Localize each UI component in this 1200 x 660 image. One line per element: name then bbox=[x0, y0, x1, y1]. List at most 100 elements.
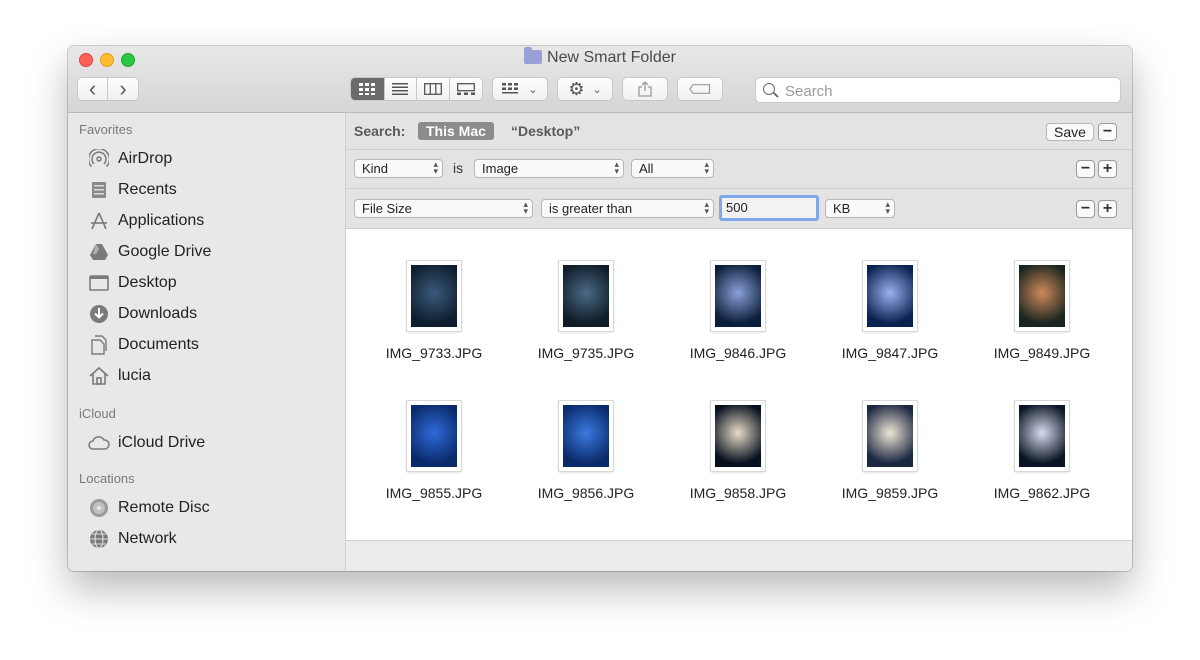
file-item[interactable]: IMG_9846.JPG bbox=[668, 261, 808, 361]
sidebar-item-icloud-drive[interactable]: iCloud Drive bbox=[88, 429, 205, 457]
column-view-button[interactable] bbox=[417, 78, 450, 100]
file-name: IMG_9855.JPG bbox=[385, 485, 483, 501]
file-item[interactable]: IMG_9855.JPG bbox=[364, 401, 504, 501]
home-icon bbox=[88, 365, 110, 387]
file-item[interactable]: IMG_9858.JPG bbox=[668, 401, 808, 501]
add-criteria-button[interactable]: + bbox=[1098, 160, 1117, 178]
photo-thumbnail-image bbox=[715, 265, 761, 327]
photo-thumbnail-image bbox=[1019, 265, 1065, 327]
photo-thumbnail-image bbox=[411, 405, 457, 467]
list-view-button[interactable] bbox=[385, 78, 417, 100]
photo-thumbnail-image bbox=[563, 405, 609, 467]
search-icon bbox=[763, 83, 775, 95]
tags-button[interactable] bbox=[677, 77, 723, 101]
sidebar-item-airdrop[interactable]: AirDrop bbox=[88, 145, 172, 173]
sidebar-item-recents[interactable]: Recents bbox=[88, 176, 177, 204]
file-item[interactable]: IMG_9735.JPG bbox=[516, 261, 656, 361]
group-icon bbox=[502, 83, 519, 94]
column-view-icon bbox=[423, 83, 442, 95]
path-bar bbox=[346, 540, 1132, 571]
photo-thumbnail-image bbox=[715, 405, 761, 467]
sidebar-item-remote-disc[interactable]: Remote Disc bbox=[88, 494, 210, 522]
file-item[interactable]: IMG_9847.JPG bbox=[820, 261, 960, 361]
back-button[interactable]: ‹ bbox=[78, 76, 109, 101]
tag-icon bbox=[689, 84, 711, 94]
file-thumbnail bbox=[559, 401, 613, 471]
network-icon bbox=[88, 528, 110, 550]
group-by-button[interactable]: ⌄ bbox=[492, 77, 548, 101]
operator-select-kind[interactable]: Image ▴ ▾ bbox=[474, 159, 624, 178]
downloads-icon bbox=[88, 303, 110, 325]
updown-arrow-icon: ▴ ▾ bbox=[704, 159, 709, 176]
sidebar-section-favorites: Favorites bbox=[79, 122, 133, 137]
icloud-icon bbox=[88, 432, 110, 454]
gallery-view-button[interactable] bbox=[450, 78, 483, 100]
remove-search-button[interactable]: − bbox=[1098, 123, 1117, 141]
file-thumbnail bbox=[559, 261, 613, 331]
photo-thumbnail-image bbox=[867, 265, 913, 327]
file-thumbnail bbox=[1015, 261, 1069, 331]
photo-thumbnail-image bbox=[563, 265, 609, 327]
chevron-down-icon: ⌄ bbox=[528, 83, 538, 96]
criteria-row-kind: Kind ▴ ▾ is Image ▴ ▾ All ▴ ▾ − + bbox=[346, 150, 1132, 189]
file-name: IMG_9862.JPG bbox=[993, 485, 1091, 501]
operator-select-file-size[interactable]: is greater than ▴ ▾ bbox=[541, 199, 714, 218]
updown-arrow-icon: ▴ ▾ bbox=[614, 159, 619, 176]
search-input[interactable] bbox=[783, 80, 1107, 102]
remove-criteria-button[interactable]: − bbox=[1076, 200, 1095, 218]
file-name: IMG_9847.JPG bbox=[841, 345, 939, 361]
sidebar-item-network[interactable]: Network bbox=[88, 525, 177, 553]
scope-this-mac-button[interactable]: This Mac bbox=[418, 122, 494, 140]
share-button[interactable] bbox=[622, 77, 668, 101]
photo-thumbnail-image bbox=[411, 265, 457, 327]
file-name: IMG_9856.JPG bbox=[537, 485, 635, 501]
file-item[interactable]: IMG_9859.JPG bbox=[820, 401, 960, 501]
smart-folder-icon bbox=[524, 47, 543, 64]
attribute-select-kind[interactable]: Kind ▴ ▾ bbox=[354, 159, 443, 178]
file-item[interactable]: IMG_9856.JPG bbox=[516, 401, 656, 501]
sidebar-item-lucia[interactable]: lucia bbox=[88, 362, 151, 390]
file-thumbnail bbox=[711, 261, 765, 331]
sidebar-item-google-drive[interactable]: Google Drive bbox=[88, 238, 211, 266]
value-select-kind[interactable]: All ▴ ▾ bbox=[631, 159, 714, 178]
sidebar-item-documents[interactable]: Documents bbox=[88, 331, 199, 359]
file-name: IMG_9849.JPG bbox=[993, 345, 1091, 361]
file-thumbnail bbox=[407, 261, 461, 331]
add-criteria-button[interactable]: + bbox=[1098, 200, 1117, 218]
save-button[interactable]: Save bbox=[1046, 123, 1094, 141]
share-icon bbox=[638, 81, 652, 97]
recents-icon bbox=[88, 179, 110, 201]
file-thumbnail bbox=[863, 401, 917, 471]
file-item[interactable]: IMG_9733.JPG bbox=[364, 261, 504, 361]
file-item[interactable]: IMG_9849.JPG bbox=[972, 261, 1112, 361]
airdrop-icon bbox=[88, 148, 110, 170]
file-name: IMG_9846.JPG bbox=[689, 345, 787, 361]
attribute-select-file-size[interactable]: File Size ▴ ▾ bbox=[354, 199, 533, 218]
gear-icon: ⚙ bbox=[568, 78, 585, 99]
forward-button[interactable]: › bbox=[108, 76, 138, 101]
criteria-row-file-size: File Size ▴ ▾ is greater than ▴ ▾ 500 KB ▴ ▾ −… bbox=[346, 189, 1132, 229]
sidebar-item-desktop[interactable]: Desktop bbox=[88, 269, 177, 297]
chevron-down-icon: ⌄ bbox=[592, 83, 602, 96]
sidebar-item-applications[interactable]: Applications bbox=[88, 207, 204, 235]
search-scope-label: Search: bbox=[354, 123, 406, 139]
action-menu-button[interactable]: ⚙ ⌄ bbox=[557, 77, 613, 101]
criteria-connector: is bbox=[453, 160, 464, 176]
scope-desktop-button[interactable]: “Desktop” bbox=[511, 123, 580, 139]
search-field[interactable] bbox=[755, 77, 1121, 103]
file-name: IMG_9733.JPG bbox=[385, 345, 483, 361]
file-item[interactable]: IMG_9862.JPG bbox=[972, 401, 1112, 501]
documents-icon bbox=[88, 334, 110, 356]
disc-icon bbox=[88, 497, 110, 519]
list-view-icon bbox=[392, 83, 409, 95]
icon-view-button[interactable] bbox=[351, 78, 385, 100]
file-name: IMG_9735.JPG bbox=[537, 345, 635, 361]
file-thumbnail bbox=[1015, 401, 1069, 471]
sidebar-item-downloads[interactable]: Downloads bbox=[88, 300, 197, 328]
unit-select[interactable]: KB ▴ ▾ bbox=[825, 199, 895, 218]
finder-window: New Smart Folder ‹ › ⌄ ⚙ ⌄ Search Favori… bbox=[68, 46, 1132, 571]
remove-criteria-button[interactable]: − bbox=[1076, 160, 1095, 178]
file-name: IMG_9858.JPG bbox=[689, 485, 787, 501]
updown-arrow-icon: ▴ ▾ bbox=[433, 159, 438, 176]
file-size-value-input[interactable]: 500 bbox=[719, 195, 819, 221]
